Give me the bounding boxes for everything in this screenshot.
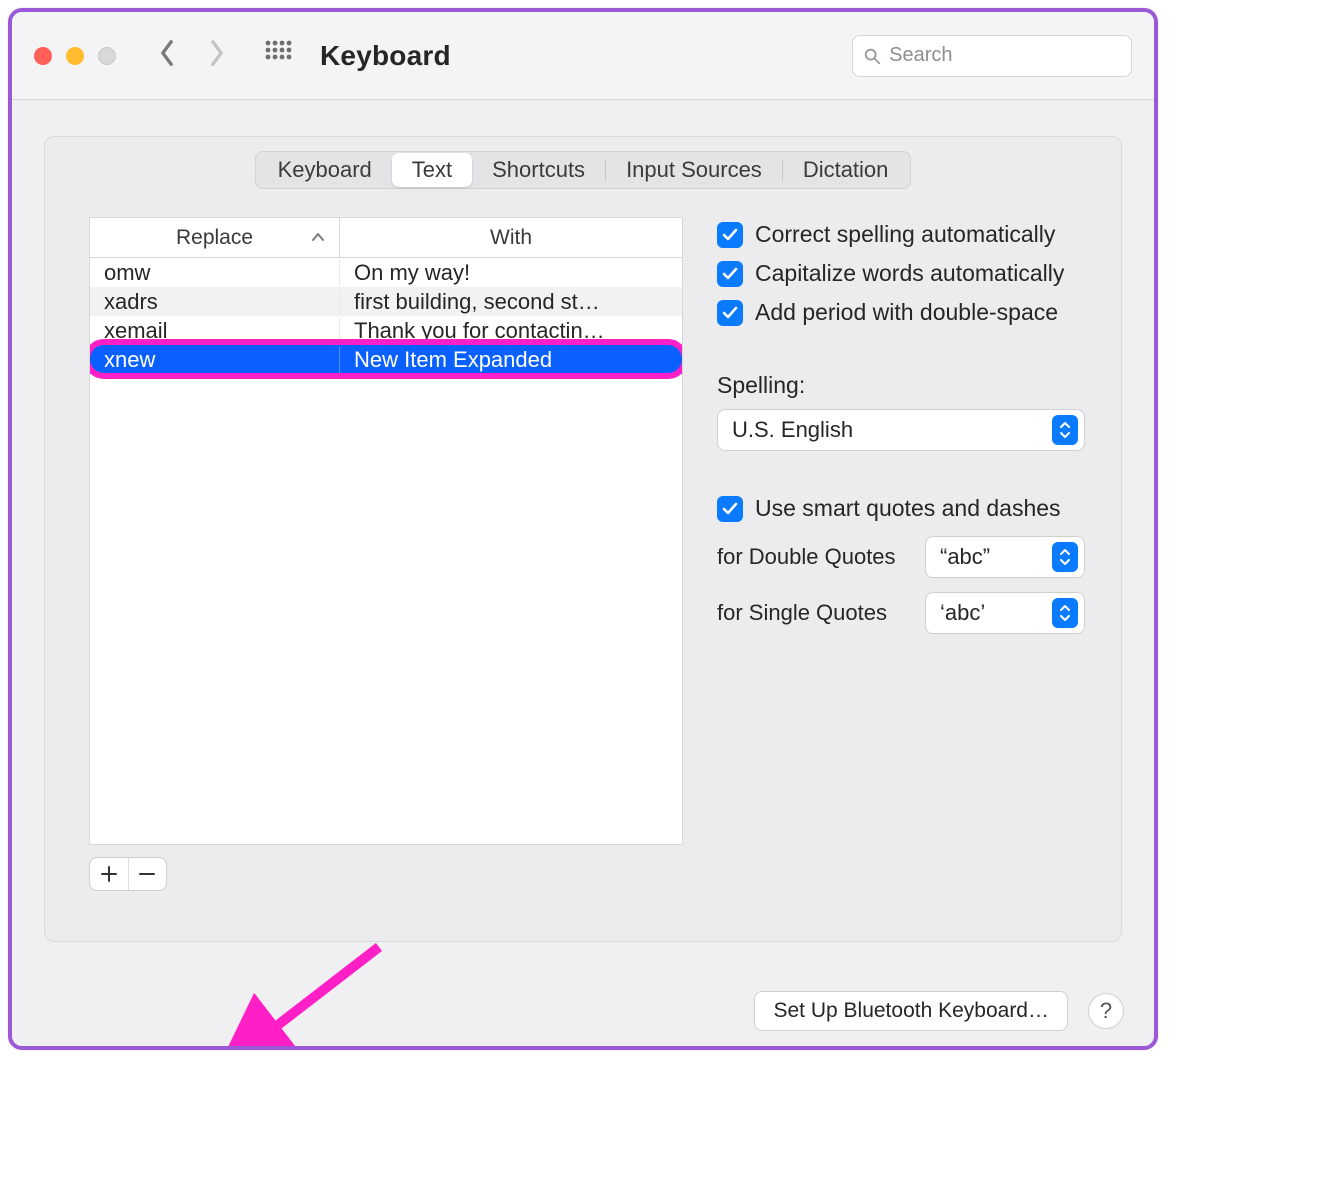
checkbox-icon	[717, 222, 743, 248]
question-icon: ?	[1100, 998, 1112, 1024]
preferences-window: Keyboard Keyboard Text Shortcuts Input S…	[8, 8, 1158, 1050]
bluetooth-keyboard-button[interactable]: Set Up Bluetooth Keyboard…	[754, 991, 1068, 1031]
search-input[interactable]	[887, 43, 1121, 68]
minimize-icon[interactable]	[66, 47, 84, 65]
spelling-label: Spelling:	[717, 372, 1085, 399]
single-quotes-label: for Single Quotes	[717, 600, 887, 626]
tab-keyboard[interactable]: Keyboard	[258, 153, 392, 187]
button-label: Set Up Bluetooth Keyboard…	[773, 999, 1049, 1023]
cell-with: first building, second st…	[340, 289, 682, 315]
table-body: omw On my way! xadrs first building, sec…	[90, 258, 682, 374]
tab-bar: Keyboard Text Shortcuts Input Sources Di…	[255, 151, 912, 189]
main-panel: Keyboard Text Shortcuts Input Sources Di…	[44, 136, 1122, 942]
replacements-column: Replace With omw On my way!	[89, 217, 683, 907]
traffic-lights	[34, 47, 116, 65]
sort-ascending-icon	[311, 226, 325, 250]
double-quotes-row: for Double Quotes “abc”	[717, 536, 1085, 578]
options-column: Correct spelling automatically Capitaliz…	[717, 217, 1085, 907]
cell-with: New Item Expanded	[340, 347, 682, 373]
stepper-icon	[1052, 598, 1078, 628]
plus-icon	[100, 865, 118, 883]
help-button[interactable]: ?	[1088, 993, 1124, 1029]
show-all-icon[interactable]	[264, 39, 292, 73]
stepper-icon	[1052, 542, 1078, 572]
back-button[interactable]	[156, 39, 178, 73]
close-icon[interactable]	[34, 47, 52, 65]
table-row[interactable]: omw On my way!	[90, 258, 682, 287]
add-button[interactable]	[90, 858, 128, 890]
checkbox-label: Correct spelling automatically	[755, 221, 1055, 248]
checkbox-icon	[717, 300, 743, 326]
checkbox-icon	[717, 496, 743, 522]
select-value: U.S. English	[732, 417, 853, 443]
checkbox-label: Capitalize words automatically	[755, 260, 1064, 287]
minus-icon	[138, 865, 156, 883]
spelling-select[interactable]: U.S. English	[717, 409, 1085, 451]
cell-replace: xadrs	[90, 289, 340, 315]
titlebar: Keyboard	[12, 12, 1154, 100]
tab-input-sources[interactable]: Input Sources	[606, 153, 782, 187]
checkbox-add-period[interactable]: Add period with double-space	[717, 299, 1085, 326]
remove-button[interactable]	[128, 858, 167, 890]
col-replace[interactable]: Replace	[90, 218, 340, 257]
forward-button	[206, 39, 228, 73]
checkbox-correct-spelling[interactable]: Correct spelling automatically	[717, 221, 1085, 248]
single-quotes-select[interactable]: ‘abc’	[925, 592, 1085, 634]
col-replace-label: Replace	[176, 226, 253, 250]
tab-dictation[interactable]: Dictation	[783, 153, 909, 187]
checkbox-icon	[717, 261, 743, 287]
cell-replace: xemail	[90, 318, 340, 344]
cell-with: Thank you for contactin…	[340, 318, 682, 344]
checkbox-label: Add period with double-space	[755, 299, 1058, 326]
table-row[interactable]: xemail Thank you for contactin…	[90, 316, 682, 345]
nav-arrows	[156, 39, 228, 73]
table-row[interactable]: xadrs first building, second st…	[90, 287, 682, 316]
checkbox-label: Use smart quotes and dashes	[755, 495, 1061, 522]
select-value: “abc”	[940, 544, 990, 570]
cell-replace: omw	[90, 260, 340, 286]
cell-with: On my way!	[340, 260, 682, 286]
col-with-label: With	[490, 226, 532, 250]
replacements-table: Replace With omw On my way!	[89, 217, 683, 845]
stepper-icon	[1052, 415, 1078, 445]
checkbox-capitalize[interactable]: Capitalize words automatically	[717, 260, 1085, 287]
zoom-icon	[98, 47, 116, 65]
tab-shortcuts[interactable]: Shortcuts	[472, 153, 605, 187]
bottom-bar: Set Up Bluetooth Keyboard… ?	[12, 976, 1154, 1046]
select-value: ‘abc’	[940, 600, 985, 626]
add-remove-buttons	[89, 857, 167, 891]
search-icon	[863, 46, 881, 66]
col-with[interactable]: With	[340, 218, 682, 257]
double-quotes-select[interactable]: “abc”	[925, 536, 1085, 578]
tab-text[interactable]: Text	[392, 153, 472, 187]
single-quotes-row: for Single Quotes ‘abc’	[717, 592, 1085, 634]
table-header: Replace With	[90, 218, 682, 258]
page-title: Keyboard	[320, 40, 451, 72]
table-row[interactable]: xnew New Item Expanded	[90, 345, 682, 374]
checkbox-smart-quotes[interactable]: Use smart quotes and dashes	[717, 495, 1085, 522]
cell-replace: xnew	[90, 347, 340, 373]
search-field[interactable]	[852, 35, 1132, 77]
content-row: Replace With omw On my way!	[89, 217, 1085, 907]
double-quotes-label: for Double Quotes	[717, 544, 896, 570]
